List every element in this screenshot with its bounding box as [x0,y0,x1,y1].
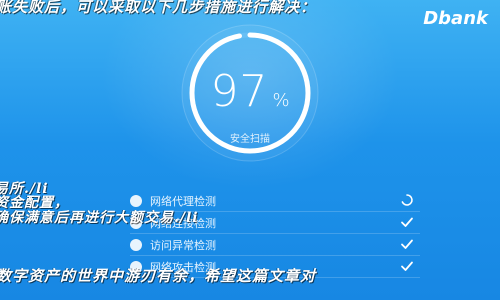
scan-score: 97% [175,66,325,117]
overlay-caption-top: 账失败后，可以采取以下几步措施进行解决： [0,0,317,16]
check-item-icon [130,194,142,207]
score-value: 97 [210,66,269,117]
app-logo: Dbank [423,8,488,29]
check-item-icon [130,238,142,251]
check-row-access[interactable]: 访问异常检测 [130,234,420,256]
score-unit: % [272,90,290,111]
check-item-label: 访问异常检测 [150,238,216,252]
loading-spinner-icon [401,194,413,206]
overlay-caption-bottom: 数字资产的世界中游刃有余，希望这篇文章对 [0,267,317,285]
checkmark-icon [401,217,413,227]
scan-status-label: 安全扫描 [230,134,270,145]
overlay-caption-line: 确保满意后再进行大额交易./li [0,210,199,226]
checkmark-icon [401,261,413,271]
checkmark-icon [401,239,413,249]
security-scan-gauge: 97% 安全扫描 [175,18,325,168]
